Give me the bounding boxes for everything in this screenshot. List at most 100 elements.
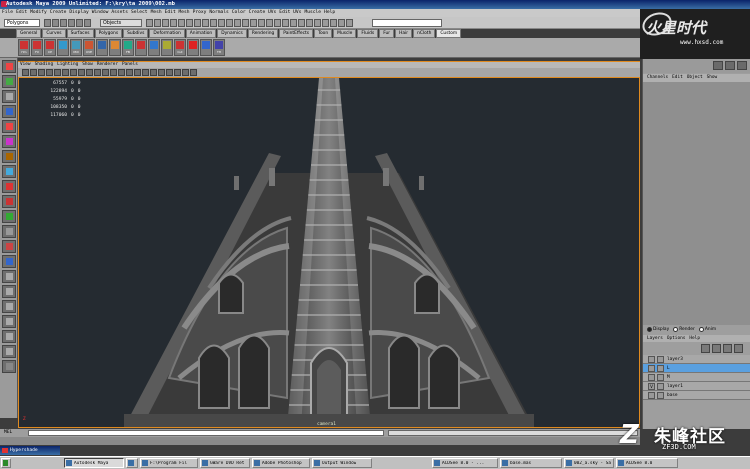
start-button[interactable]	[1, 458, 11, 468]
object-selection-field[interactable]: Objects	[100, 19, 142, 27]
status-tool-icon[interactable]	[322, 19, 329, 27]
shelf-tab-fur[interactable]: Fur	[379, 29, 395, 38]
status-line-tools[interactable]	[146, 19, 366, 27]
channel-menu-object[interactable]: Object	[687, 74, 703, 82]
layer-mode-display[interactable]: Display	[647, 327, 669, 332]
layout-four-button[interactable]	[2, 225, 16, 238]
status-tool-icon[interactable]	[170, 19, 177, 27]
panel-tool-icon[interactable]	[30, 69, 37, 76]
soft-mod-button[interactable]	[2, 165, 16, 178]
status-tool-icon[interactable]	[330, 19, 337, 27]
shelf-button[interactable]: CP	[44, 39, 56, 56]
rotate-tool-button[interactable]	[2, 120, 16, 133]
menu-create-uvs[interactable]: Create UVs	[249, 9, 277, 17]
channel-menu-edit[interactable]: Edit	[672, 74, 683, 82]
shelf-button[interactable]: FB	[122, 39, 134, 56]
shelf-tab-curves[interactable]: Curves	[42, 29, 66, 38]
menu-set-dropdown[interactable]: Polygons	[4, 19, 40, 27]
layer-menu-options[interactable]: Options	[667, 335, 686, 342]
shelf-tab-surfaces[interactable]: Surfaces	[66, 29, 94, 38]
status-tool-icon[interactable]	[338, 19, 345, 27]
shelf-button[interactable]	[96, 39, 108, 56]
status-tool-icon[interactable]	[306, 19, 313, 27]
channel-box-icon[interactable]	[737, 61, 747, 70]
layer-menu-help[interactable]: Help	[689, 335, 700, 342]
menu-help[interactable]: Help	[324, 9, 335, 17]
panel-tool-icon[interactable]	[166, 69, 173, 76]
menu-select[interactable]: Select	[131, 9, 148, 17]
status-tool-icon[interactable]	[266, 19, 273, 27]
shelf-tab-rendering[interactable]: Rendering	[247, 29, 279, 38]
layer-template-toggle[interactable]	[657, 382, 664, 390]
menu-modify[interactable]: Modify	[30, 9, 47, 17]
shelf-button[interactable]	[148, 39, 160, 56]
layout-outliner-button[interactable]	[2, 255, 16, 268]
shelf-tab-fluids[interactable]: Fluids	[357, 29, 379, 38]
shelf-button[interactable]	[200, 39, 212, 56]
shelf-button[interactable]: UVE	[83, 39, 95, 56]
menu-edit[interactable]: Edit	[16, 9, 27, 17]
panel-tool-icon[interactable]	[118, 69, 125, 76]
taskbar-item[interactable]: base.mas	[500, 458, 562, 468]
status-tool-icon[interactable]	[194, 19, 201, 27]
hypershade-window-tab[interactable]: Hypershade	[0, 446, 60, 455]
status-tool-icon[interactable]	[154, 19, 161, 27]
panel-tool-icon[interactable]	[142, 69, 149, 76]
status-tool-icon[interactable]	[146, 19, 153, 27]
shelf-tab-ncloth[interactable]: nCloth	[413, 29, 436, 38]
layout-persp-button[interactable]	[2, 240, 16, 253]
status-tool-icon[interactable]	[258, 19, 265, 27]
menu-edit-mesh[interactable]: Edit Mesh	[165, 9, 190, 17]
layer-menu-layers[interactable]: Layers	[647, 335, 663, 342]
menu-proxy[interactable]: Proxy	[193, 9, 207, 17]
status-tool-icon[interactable]	[178, 19, 185, 27]
status-tool-icon[interactable]	[226, 19, 233, 27]
move-tool-button[interactable]	[2, 105, 16, 118]
tool-settings-icon[interactable]	[725, 61, 735, 70]
channel-menu-show[interactable]: Show	[707, 74, 718, 82]
panel-tool-icon[interactable]	[22, 69, 29, 76]
status-tool-icon[interactable]	[234, 19, 241, 27]
layer-row[interactable]: Vlayer1	[643, 382, 750, 391]
shelf-button[interactable]: TH	[213, 39, 225, 56]
layer-visibility-toggle[interactable]	[648, 373, 655, 381]
panel-tool-icon[interactable]	[102, 69, 109, 76]
menu-create[interactable]: Create	[50, 9, 67, 17]
channel-box[interactable]	[643, 82, 750, 325]
panel-tool-icon[interactable]	[78, 69, 85, 76]
shelf-tab-general[interactable]: General	[16, 29, 42, 38]
panel-tool-icon[interactable]	[158, 69, 165, 76]
status-tool-icon[interactable]	[186, 19, 193, 27]
shelf-tab-polygons[interactable]: Polygons	[94, 29, 123, 38]
menu-edit-uvs[interactable]: Edit UVs	[279, 9, 301, 17]
panel-tool-icon[interactable]	[70, 69, 77, 76]
shelf-tab-toon[interactable]: Toon	[314, 29, 333, 38]
layer-visibility-toggle[interactable]: V	[648, 382, 655, 390]
shelf-button[interactable]: Hm	[18, 39, 30, 56]
layer-mode-anim[interactable]: Anim	[698, 327, 716, 332]
menu-mesh[interactable]: Mesh	[151, 9, 162, 17]
shelf-button[interactable]	[135, 39, 147, 56]
menu-file[interactable]: File	[2, 9, 13, 17]
menu-window[interactable]: Window	[92, 9, 109, 17]
perspective-viewport[interactable]: 67557 0 0 122894 0 0 55979 0 0 108350 0 0 117060 0 0 Z…	[18, 77, 640, 428]
layer-visibility-toggle[interactable]	[648, 391, 655, 399]
layout-graph-button[interactable]	[2, 270, 16, 283]
taskbar-item[interactable]: ACDSee 8.0 - ...	[432, 458, 498, 468]
status-tool-icon[interactable]	[218, 19, 225, 27]
shelf-button[interactable]	[57, 39, 69, 56]
paint-select-button[interactable]	[2, 90, 16, 103]
layer-template-toggle[interactable]	[657, 364, 664, 372]
panel-tool-icon[interactable]	[38, 69, 45, 76]
command-input[interactable]	[28, 430, 384, 436]
panel-tool-icon[interactable]	[134, 69, 141, 76]
panel-tool-icon[interactable]	[190, 69, 197, 76]
layer-visibility-toggle[interactable]	[648, 364, 655, 372]
attribute-editor-icon[interactable]	[713, 61, 723, 70]
menu-muscle[interactable]: Muscle	[304, 9, 321, 17]
panel-tool-icon[interactable]	[126, 69, 133, 76]
panel-tool-icon[interactable]	[110, 69, 117, 76]
menu-display[interactable]: Display	[69, 9, 88, 17]
layer-delete-icon[interactable]	[734, 344, 743, 353]
manipulator-button[interactable]	[2, 150, 16, 163]
